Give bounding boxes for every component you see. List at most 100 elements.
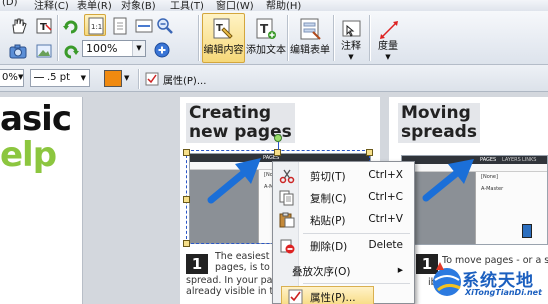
body-text-line: already visible in the bbox=[186, 286, 274, 297]
heading-moving-spreads: Moving spreads bbox=[398, 103, 480, 143]
menu-item-forms[interactable]: 表单(R) bbox=[77, 0, 112, 11]
resize-handle[interactable] bbox=[183, 149, 190, 156]
edit-content-button[interactable]: T 编辑内容 bbox=[202, 13, 245, 63]
body-text-line: pages, is to d bbox=[215, 262, 275, 273]
fit-width-button[interactable] bbox=[132, 14, 154, 36]
properties-icon bbox=[288, 289, 303, 304]
menu-item-paste[interactable]: 粘贴(P) Ctrl+V bbox=[274, 210, 413, 230]
menu-item-shortcut: Delete bbox=[368, 239, 404, 251]
chevron-down-icon: ▼ bbox=[385, 53, 391, 61]
rotate-handle[interactable] bbox=[274, 134, 282, 142]
image-icon bbox=[36, 44, 52, 58]
menu-item-tools[interactable]: 工具(T) bbox=[170, 0, 204, 11]
actual-size-icon: 1:1 bbox=[88, 17, 104, 35]
properties-button[interactable]: 属性(P)... bbox=[145, 70, 225, 88]
actual-size-button[interactable]: 1:1 bbox=[84, 14, 106, 36]
menu-item-label: 粘贴(P) bbox=[310, 215, 346, 227]
fit-width-icon bbox=[135, 19, 153, 33]
resize-handle[interactable] bbox=[366, 149, 373, 156]
properties-icon bbox=[145, 72, 159, 86]
scissors-icon bbox=[279, 169, 295, 184]
stroke-width-select[interactable]: .5 pt ▼ bbox=[30, 69, 90, 87]
chevron-down-icon[interactable]: ▼ bbox=[124, 74, 129, 82]
edit-content-icon: T bbox=[213, 18, 233, 39]
menu-item-properties[interactable]: 属性(P)... bbox=[281, 286, 374, 304]
measure-label: 度量 bbox=[378, 41, 398, 52]
step-number: 1 bbox=[186, 254, 208, 274]
menu-item-arrange[interactable]: 叠放次序(O) ▸ bbox=[274, 261, 413, 281]
rotate-clockwise-icon bbox=[63, 20, 78, 34]
main-toolbar: T 1:1 100% ▼ T 编辑内容 T 添加文本 编辑表单 注释 ▼ 度量 … bbox=[0, 11, 548, 65]
edit-content-label: 编辑内容 bbox=[203, 45, 244, 56]
paste-icon bbox=[279, 212, 295, 228]
svg-text:T: T bbox=[216, 23, 223, 34]
mini-none-label: [None] bbox=[481, 174, 498, 180]
edit-form-button[interactable]: 编辑表单 bbox=[289, 13, 331, 63]
fill-color-swatch[interactable] bbox=[104, 70, 122, 87]
add-text-button[interactable]: T 添加文本 bbox=[245, 13, 286, 63]
annotate-label: 注释 bbox=[341, 41, 361, 52]
menu-item-comments[interactable]: 注释(C) bbox=[34, 0, 69, 11]
menu-item-shortcut: Ctrl+V bbox=[368, 213, 403, 225]
resize-handle[interactable] bbox=[183, 240, 190, 247]
arrow-icon bbox=[207, 158, 261, 204]
submenu-arrow-icon: ▸ bbox=[397, 264, 403, 276]
text-select-icon: T bbox=[36, 18, 52, 34]
format-toolbar: 0% ▼ .5 pt ▼ ▼ 属性(P)... bbox=[0, 65, 548, 92]
camera-icon bbox=[9, 44, 27, 59]
page-thumbnail bbox=[522, 224, 532, 238]
watermark-url: XiTongTianDi.net bbox=[465, 288, 542, 297]
measure-button[interactable]: 度量 ▼ bbox=[372, 13, 404, 63]
menu-item-label: 属性(P)... bbox=[310, 292, 356, 304]
fit-page-icon bbox=[113, 17, 127, 35]
edit-form-label: 编辑表单 bbox=[290, 45, 330, 56]
body-text-line: The easiest w bbox=[215, 251, 275, 262]
hand-tool-button[interactable] bbox=[6, 14, 28, 36]
mini-pages-label: PAGES bbox=[480, 157, 497, 163]
menu-item-window[interactable]: 窗口(W) bbox=[216, 0, 254, 11]
menu-item-delete[interactable]: 删除(D) Delete bbox=[274, 236, 413, 256]
menu-item-shortcut: Ctrl+X bbox=[368, 169, 403, 181]
zoom-value: 100% bbox=[86, 42, 118, 55]
snapshot-button[interactable] bbox=[6, 39, 28, 61]
svg-text:1:1: 1:1 bbox=[91, 23, 102, 31]
page-heading-help: elp bbox=[0, 135, 57, 175]
opacity-value: 0% bbox=[2, 72, 18, 83]
rotate-ccw-button[interactable] bbox=[59, 39, 81, 61]
resize-handle[interactable] bbox=[183, 196, 190, 203]
menubar: (D) 注释(C) 表单(R) 对象(B) 工具(T) 窗口(W) 帮助(H) bbox=[0, 0, 548, 11]
menu-item-copy[interactable]: 复制(C) Ctrl+C bbox=[274, 188, 413, 208]
mini-master-label: A-Master bbox=[481, 186, 504, 192]
zoom-out-button[interactable] bbox=[153, 14, 175, 36]
fit-page-button[interactable] bbox=[108, 14, 130, 36]
chevron-down-icon[interactable]: ▼ bbox=[132, 41, 145, 56]
context-menu: 剪切(T) Ctrl+X 复制(C) Ctrl+C 粘贴(P) Ctrl+V 删… bbox=[272, 161, 415, 304]
chevron-down-icon[interactable]: ▼ bbox=[18, 73, 23, 81]
menu-item-label: 复制(C) bbox=[310, 193, 347, 205]
resize-handle[interactable] bbox=[274, 149, 281, 156]
menu-item-label: 叠放次序(O) bbox=[292, 266, 351, 278]
rotate-cw-button[interactable] bbox=[59, 14, 81, 36]
svg-text:T: T bbox=[40, 22, 47, 33]
select-text-button[interactable]: T bbox=[32, 14, 54, 36]
add-text-icon: T bbox=[256, 18, 276, 39]
marquee-button[interactable] bbox=[32, 39, 54, 61]
chevron-down-icon: ▼ bbox=[80, 74, 86, 82]
annotate-button[interactable]: 注释 ▼ bbox=[336, 13, 366, 63]
mini-layers-label: LAYERS bbox=[502, 157, 521, 163]
copy-icon bbox=[279, 190, 294, 206]
menu-item-cut[interactable]: 剪切(T) Ctrl+X bbox=[274, 166, 413, 186]
menu-item-objects[interactable]: 对象(B) bbox=[121, 0, 156, 11]
edit-form-icon bbox=[300, 18, 321, 40]
svg-text:T: T bbox=[260, 22, 269, 36]
menu-item-shortcut: Ctrl+C bbox=[368, 191, 403, 203]
menu-item-document[interactable]: (D) bbox=[2, 0, 18, 8]
heading-line-2: spreads bbox=[401, 122, 477, 142]
zoom-select[interactable]: 100% ▼ bbox=[82, 40, 146, 57]
zoom-in-button[interactable] bbox=[150, 38, 172, 60]
zoom-out-icon bbox=[157, 18, 173, 34]
rotate-counterclockwise-icon bbox=[64, 45, 79, 59]
menu-item-help[interactable]: 帮助(H) bbox=[266, 0, 301, 11]
watermark-logo: 系统天地 XiTongTianDi.net bbox=[428, 258, 548, 304]
zoom-in-icon bbox=[154, 42, 170, 58]
